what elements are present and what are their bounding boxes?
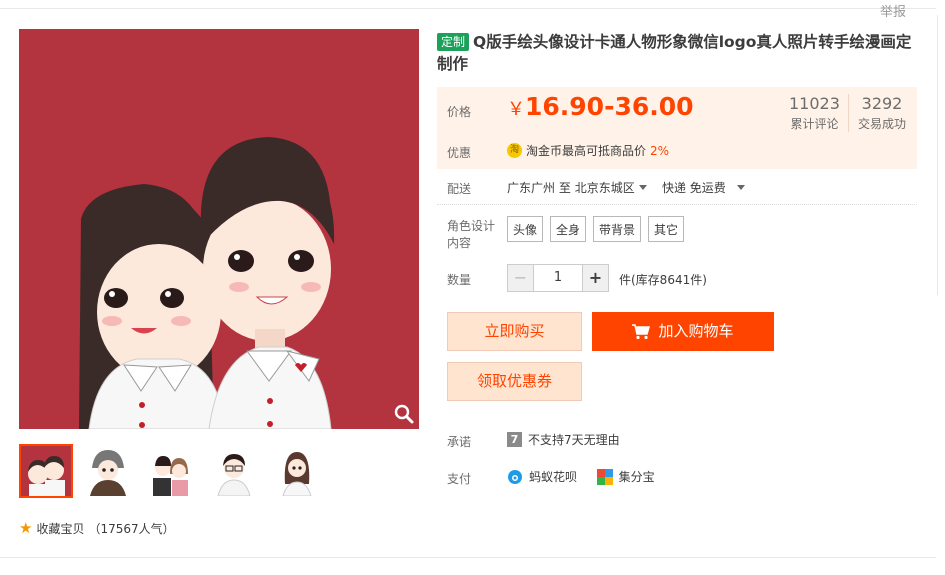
promise-text: 不支持7天无理由	[528, 433, 620, 447]
star-icon: ★	[19, 519, 33, 537]
get-coupon-button[interactable]: 领取优惠券	[447, 362, 582, 401]
quantity-plus-button[interactable]: +	[582, 264, 609, 292]
thumbnail-3[interactable]	[145, 444, 197, 496]
currency-symbol: ￥	[507, 99, 525, 120]
price-range: 16.90-36.00	[525, 92, 694, 121]
add-to-cart-label: 加入购物车	[658, 322, 734, 340]
price-label: 价格	[447, 105, 472, 119]
chevron-down-icon	[737, 185, 746, 190]
option-other[interactable]: 其它	[648, 216, 685, 242]
stock-info: 件(库存8641件)	[619, 273, 707, 287]
jifenbao-icon	[596, 468, 613, 485]
sales-stat: 3292 交易成功	[858, 94, 906, 132]
quantity-minus-button[interactable]: −	[507, 264, 534, 292]
payment-huabei: 蚂蚁花呗	[529, 470, 578, 484]
discount-label: 优惠	[447, 146, 472, 160]
thumbnail-5[interactable]	[271, 444, 323, 496]
promise-label: 承诺	[447, 435, 472, 449]
stat-divider	[848, 94, 849, 132]
bottom-divider	[0, 557, 936, 558]
favorite-text: 收藏宝贝	[36, 521, 85, 536]
couple-illustration	[79, 137, 335, 429]
ship-to-select[interactable]: 北京东城区	[575, 181, 647, 195]
discount-text: 淘金币最高可抵商品价	[526, 144, 647, 158]
favorite-link[interactable]: ★ 收藏宝贝 （17567人气）	[19, 519, 175, 537]
promise-info: 7 不支持7天无理由	[507, 431, 620, 448]
payment-methods: 蚂蚁花呗 集分宝	[507, 468, 655, 485]
product-title-block: 定制 Q版手绘头像设计卡通人物形象微信logo真人照片转手绘漫画定制作	[437, 31, 917, 75]
product-title: Q版手绘头像设计卡通人物形象微信logo真人照片转手绘漫画定制作	[437, 33, 912, 73]
price-panel: 价格 ￥16.90-36.00 11023 累计评论 3292 交易成功 优惠 …	[437, 87, 917, 169]
shipping-label: 配送	[447, 182, 472, 196]
cart-icon	[632, 323, 651, 339]
option-avatar[interactable]: 头像	[507, 216, 544, 242]
thumbnail-4[interactable]	[208, 444, 260, 496]
ship-to-word: 至	[558, 181, 571, 195]
custom-tag: 定制	[437, 33, 470, 51]
price-value: ￥16.90-36.00	[507, 92, 694, 121]
reviews-stat[interactable]: 11023 累计评论	[789, 94, 840, 132]
favorite-count: （17567人气）	[88, 521, 175, 536]
report-link[interactable]: 举报	[880, 1, 906, 20]
sales-label: 交易成功	[858, 117, 907, 131]
chevron-down-icon	[638, 185, 647, 190]
option-background[interactable]: 带背景	[593, 216, 642, 242]
payment-jifenbao: 集分宝	[618, 470, 655, 484]
quantity-input[interactable]: 1	[534, 264, 582, 292]
right-panel-edge	[937, 15, 945, 295]
option-fullbody[interactable]: 全身	[550, 216, 587, 242]
buy-now-button[interactable]: 立即购买	[447, 312, 582, 351]
discount-percent: 2%	[650, 143, 670, 158]
reviews-count: 11023	[789, 94, 840, 113]
huabei-icon	[508, 469, 522, 484]
sales-count: 3292	[861, 94, 903, 113]
quantity-label: 数量	[447, 273, 472, 287]
reviews-label: 累计评论	[790, 117, 839, 131]
options-label: 角色设计内容	[447, 219, 496, 250]
main-product-image[interactable]	[19, 29, 419, 429]
ship-to: 北京东城区	[574, 181, 635, 195]
ship-method: 快递 免运费	[661, 181, 726, 195]
divider	[437, 204, 917, 205]
thumbnail-1[interactable]	[19, 444, 73, 498]
shipping-info: 广东广州 至 北京东城区 快递 免运费	[507, 179, 746, 196]
thumbnail-2[interactable]	[82, 444, 134, 496]
taojinbi-coin-icon: 淘	[507, 143, 522, 158]
payment-label: 支付	[447, 472, 472, 486]
seven-day-icon: 7	[507, 432, 522, 447]
quantity-stepper: − 1 +	[507, 264, 609, 292]
zoom-icon[interactable]	[393, 403, 415, 425]
ship-from: 广东广州	[507, 181, 556, 195]
add-to-cart-button[interactable]: 加入购物车	[592, 312, 774, 351]
top-divider	[0, 8, 936, 9]
discount-info: 淘 淘金币最高可抵商品价 2%	[507, 142, 669, 159]
ship-method-select[interactable]: 快递 免运费	[661, 181, 746, 195]
